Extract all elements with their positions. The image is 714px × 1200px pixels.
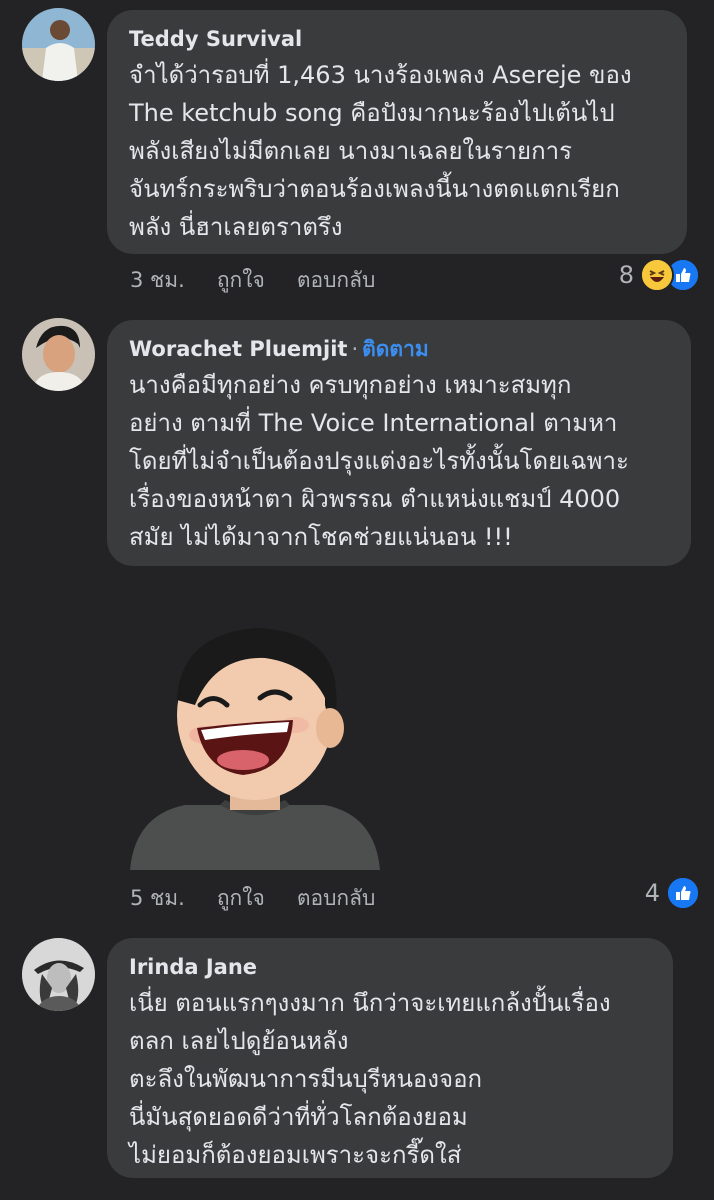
like-button[interactable]: ถูกใจ	[217, 264, 265, 297]
reaction-summary[interactable]: 4	[645, 876, 700, 910]
reaction-count: 4	[644, 879, 660, 907]
follow-button[interactable]: ติดตาม	[362, 337, 429, 361]
comment-actions: 5 ชม. ถูกใจ ตอบกลับ	[130, 882, 375, 915]
comment-bubble: Worachet Pluemjit · ติดตาม นางคือมีทุกอย่า…	[107, 320, 691, 566]
avatar[interactable]	[22, 938, 95, 1011]
reaction-count: 8	[618, 261, 634, 289]
comment-text: เนี่ย ตอนแรกๆงงมาก นึกว่าจะเทยแกล้งปั้นเ…	[129, 989, 611, 1169]
author-name[interactable]: Worachet Pluemjit	[129, 337, 347, 361]
comment-text: จำได้ว่ารอบที่ 1,463 นางร้องเพลง Asereje…	[129, 61, 632, 241]
timestamp[interactable]: 3 ชม.	[130, 264, 185, 297]
author-name[interactable]: Teddy Survival	[129, 27, 302, 51]
comment-text: นางคือมีทุกอย่าง ครบทุกอย่าง เหมาะสมทุก …	[129, 371, 629, 551]
reply-button[interactable]: ตอบกลับ	[297, 882, 376, 915]
reply-button[interactable]: ตอบกลับ	[297, 264, 376, 297]
comment-bubble: Irinda Jane เนี่ย ตอนแรกๆงงมาก นึกว่าจะเ…	[107, 938, 673, 1178]
comment-actions: 3 ชม. ถูกใจ ตอบกลับ	[130, 264, 375, 297]
timestamp[interactable]: 5 ชม.	[130, 882, 185, 915]
reaction-summary[interactable]: 8	[619, 258, 700, 292]
haha-icon	[640, 258, 674, 292]
avatar[interactable]	[22, 318, 95, 391]
like-button[interactable]: ถูกใจ	[217, 882, 265, 915]
laughing-avatar-sticker	[125, 610, 385, 870]
avatar[interactable]	[22, 8, 95, 81]
separator-dot: ·	[351, 337, 359, 361]
author-name[interactable]: Irinda Jane	[129, 955, 257, 979]
comment-bubble: Teddy Survival จำได้ว่ารอบที่ 1,463 นางร…	[107, 10, 687, 254]
like-icon	[666, 876, 700, 910]
